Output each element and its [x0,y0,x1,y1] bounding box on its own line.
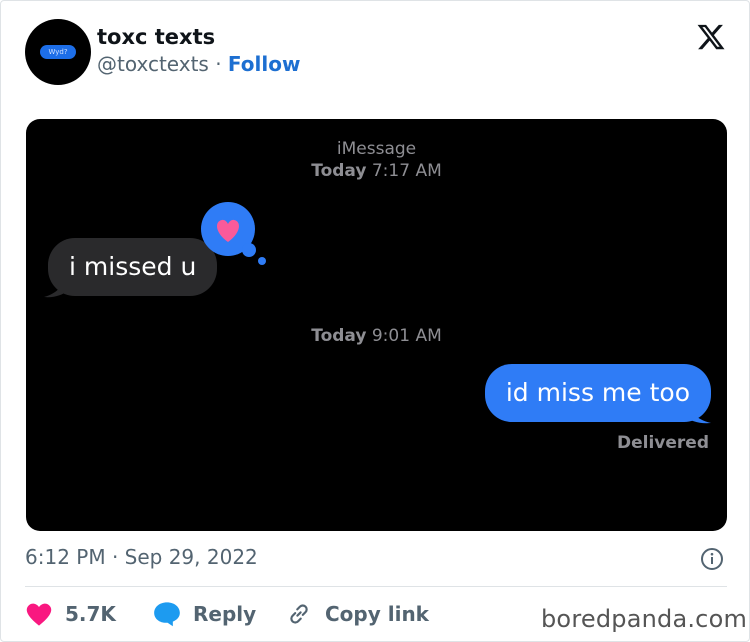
tweet-timestamp[interactable]: 6:12 PM · Sep 29, 2022 [25,545,258,569]
separator: · [208,52,228,76]
tweet-card: Wyd? toxc texts @toxctexts · Follow iMes… [0,0,750,642]
copy-link-label: Copy link [325,602,429,626]
x-logo-icon[interactable] [694,22,728,52]
follow-button[interactable]: Follow [228,52,301,76]
reply-button[interactable]: Reply [153,601,256,627]
handle[interactable]: @toxctexts [97,52,209,76]
timestamp-second-time: 9:01 AM [371,326,442,346]
service-label: iMessage [336,139,417,159]
timestamp-first-day: Today [311,161,367,181]
timestamp-first-time: 7:17 AM [371,161,442,181]
reply-label: Reply [193,602,257,626]
copy-link-button[interactable]: Copy link [285,601,429,627]
info-icon[interactable] [700,547,724,571]
handle-row: @toxctexts · Follow [97,52,300,76]
reaction-bubble [201,202,266,265]
link-icon [290,604,308,624]
message-screenshot: iMessage Today 7:17 AM i missed u Today … [26,119,727,531]
timestamp-second: Today 9:01 AM [26,326,727,346]
outgoing-message[interactable]: id miss me too [484,364,711,422]
incoming-message[interactable]: i missed u [48,238,218,296]
reply-bubble-icon [154,602,180,627]
divider [25,586,727,587]
like-count: 5.7K [65,602,116,626]
timestamp-second-day: Today [311,326,367,346]
watermark: boredpanda.com [541,605,748,633]
heart-filled-icon [26,603,52,626]
like-button[interactable]: 5.7K [25,601,116,627]
avatar-text: Wyd? [40,45,76,59]
display-name[interactable]: toxc texts [97,25,215,49]
timestamp-first: Today 7:17 AM [26,161,727,181]
delivered-status: Delivered [617,433,709,453]
avatar[interactable]: Wyd? [25,19,91,85]
